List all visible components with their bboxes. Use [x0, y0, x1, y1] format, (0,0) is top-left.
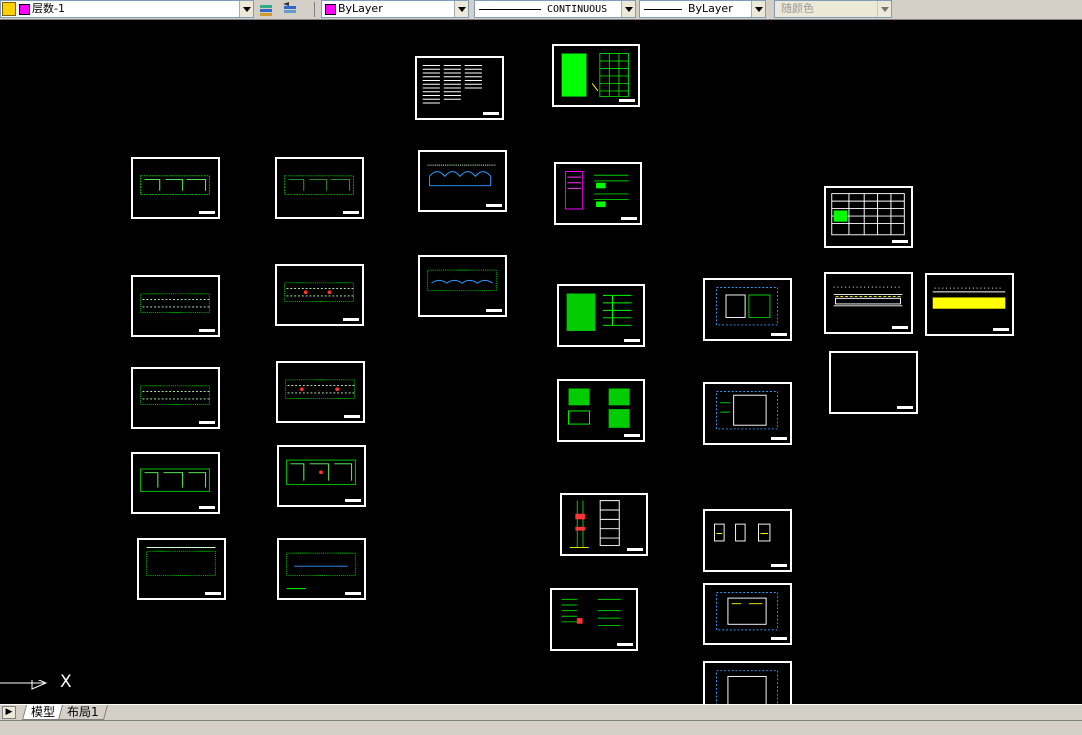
linetype-dropdown-arrow-icon[interactable] [621, 1, 635, 17]
drawing-sheet[interactable] [418, 150, 507, 212]
drawing-sheet[interactable] [703, 509, 792, 572]
toolbar-separator [314, 2, 315, 17]
lineweight-dropdown-arrow-icon[interactable] [751, 1, 765, 17]
layer-name: 层数-1 [32, 2, 65, 15]
drawing-sheet[interactable] [552, 44, 640, 107]
linetype-sample-line [479, 8, 541, 10]
drawing-sheet[interactable] [276, 361, 365, 423]
layer-color-swatch [19, 3, 30, 15]
drawing-sheet[interactable] [703, 661, 792, 704]
linetype-value: CONTINUOUS [547, 4, 608, 15]
drawing-sheet[interactable] [557, 284, 645, 347]
color-value: ByLayer [338, 2, 383, 15]
drawing-sheet[interactable] [557, 379, 645, 442]
drawing-sheet[interactable] [275, 157, 364, 219]
drawing-sheet[interactable] [418, 255, 507, 317]
layout-tab-bar: ▶ 模型 布局1 [0, 704, 1082, 721]
drawing-sheet[interactable] [703, 382, 792, 445]
tab-scroll-arrow-icon[interactable]: ▶ [2, 706, 16, 719]
color-dropdown-arrow-icon[interactable] [454, 1, 468, 17]
drawing-sheet[interactable] [415, 56, 504, 120]
plotstyle-dropdown-arrow-icon[interactable] [877, 1, 891, 17]
drawing-sheet[interactable] [277, 538, 366, 600]
drawing-sheet[interactable] [550, 588, 638, 651]
linetype-dropdown[interactable]: CONTINUOUS [474, 0, 636, 18]
layer-dropdown[interactable]: 层数-1 [0, 0, 254, 18]
ucs-icon: X [0, 672, 80, 704]
status-bar [0, 720, 1082, 735]
drawing-sheet[interactable] [131, 367, 220, 429]
drawing-sheet[interactable] [275, 264, 364, 326]
drawing-sheet[interactable] [703, 583, 792, 645]
drawing-sheet[interactable] [277, 445, 366, 507]
drawing-sheet[interactable] [824, 186, 913, 248]
drawing-canvas[interactable]: X [0, 20, 1082, 704]
layer-dropdown-arrow-icon[interactable] [239, 1, 253, 17]
color-dropdown[interactable]: ByLayer [321, 0, 469, 18]
lineweight-sample-line [644, 8, 682, 10]
drawing-sheet[interactable] [824, 272, 913, 334]
drawing-sheet[interactable] [703, 278, 792, 341]
plotstyle-value: 随颜色 [781, 2, 814, 15]
drawing-sheet[interactable] [925, 273, 1014, 336]
ucs-x-label: X [60, 672, 72, 692]
make-layer-current-icon[interactable] [258, 1, 275, 17]
color-swatch [325, 3, 336, 15]
drawing-sheet[interactable] [560, 493, 648, 556]
plotstyle-dropdown[interactable]: 随颜色 [774, 0, 892, 18]
layer-previous-icon[interactable] [281, 1, 298, 17]
drawing-sheet[interactable] [829, 351, 918, 414]
tab-layout1[interactable]: 布局1 [57, 705, 108, 720]
drawing-sheet[interactable] [554, 162, 642, 225]
drawing-sheet[interactable] [131, 157, 220, 219]
layer-state-icon [2, 2, 16, 16]
properties-toolbar: 层数-1 ByLayer CONTINUOUS ByLayer 随颜色 [0, 0, 1082, 20]
lineweight-value: ByLayer [688, 2, 733, 15]
drawing-sheet[interactable] [131, 452, 220, 514]
drawing-sheet[interactable] [137, 538, 226, 600]
drawing-sheet[interactable] [131, 275, 220, 337]
lineweight-dropdown[interactable]: ByLayer [639, 0, 766, 18]
